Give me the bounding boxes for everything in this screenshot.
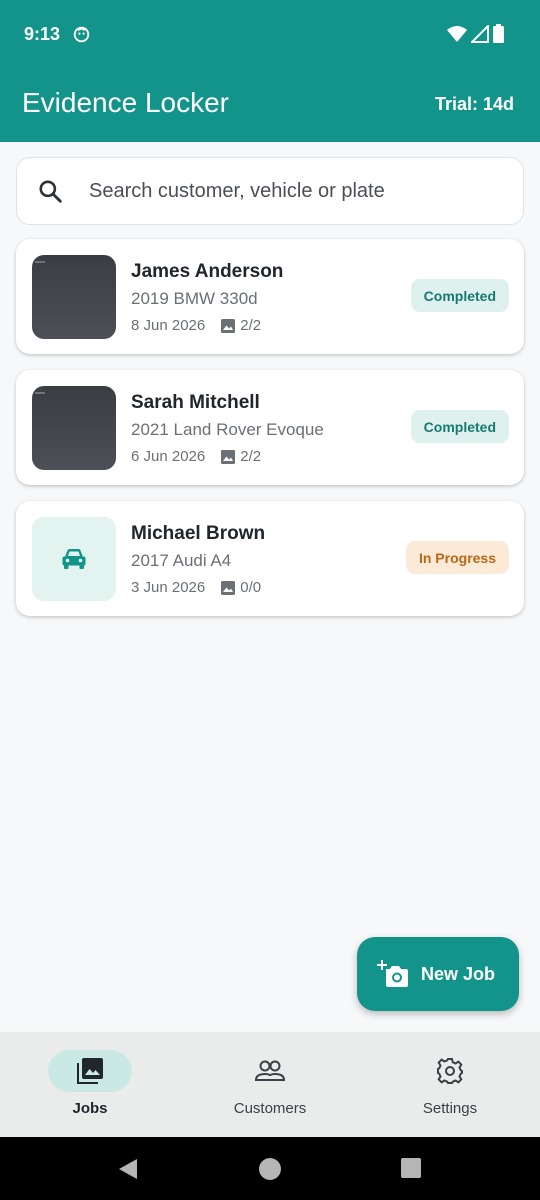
search-icon	[39, 180, 62, 203]
signal-icon	[471, 24, 489, 43]
system-navigation-bar	[0, 1137, 540, 1200]
nav-label-settings: Settings	[422, 1100, 478, 1117]
app-notification-icon	[73, 26, 90, 43]
nav-item-customers[interactable]: Customers	[180, 1032, 360, 1137]
status-icons	[447, 24, 504, 43]
app-title: Evidence Locker	[22, 87, 230, 118]
nav-label-customers: Customers	[233, 1100, 307, 1117]
image-icon	[221, 318, 236, 333]
home-icon[interactable]	[259, 1158, 281, 1180]
new-job-button[interactable]: New Job	[357, 937, 519, 1011]
vehicle-label: 2021 Land Rover Evoque	[131, 420, 324, 439]
nav-icon-container	[408, 1050, 492, 1092]
status-badge: In Progress	[405, 541, 509, 574]
job-date: 3 Jun 2026	[131, 579, 206, 596]
search-bar[interactable]: Search customer, vehicle or plate	[16, 157, 524, 225]
job-thumbnail	[32, 386, 116, 470]
status-time: 9:13	[24, 24, 61, 44]
nav-icon-container	[228, 1050, 312, 1092]
customer-name: James Anderson	[131, 261, 284, 282]
people-icon	[254, 1060, 286, 1081]
photo-library-icon	[77, 1058, 103, 1084]
nav-item-settings[interactable]: Settings	[360, 1032, 540, 1137]
gear-icon	[437, 1058, 463, 1084]
trial-badge[interactable]: Trial: 14d	[435, 94, 514, 115]
job-date: 6 Jun 2026	[131, 448, 206, 465]
photo-count: 0/0	[240, 579, 262, 596]
vehicle-label: 2017 Audi A4	[131, 551, 232, 570]
photo-count: 2/2	[240, 317, 262, 334]
job-thumbnail	[32, 517, 116, 601]
status-badge: Completed	[410, 410, 509, 443]
job-card[interactable]: Michael Brown 2017 Audi A4 3 Jun 2026 0/…	[16, 501, 524, 616]
bottom-navigation: Jobs Customers Settings	[0, 1032, 540, 1137]
image-icon	[221, 580, 236, 595]
app-bar: Evidence Locker Trial: 14d	[0, 70, 540, 142]
job-card[interactable]: Sarah Mitchell 2021 Land Rover Evoque 6 …	[16, 370, 524, 485]
back-icon[interactable]	[117, 1158, 139, 1180]
job-card[interactable]: James Anderson 2019 BMW 330d 8 Jun 2026 …	[16, 239, 524, 354]
job-meta: 3 Jun 2026 0/0	[131, 579, 261, 596]
new-job-label: New Job	[421, 963, 496, 984]
customer-name: Sarah Mitchell	[131, 392, 260, 413]
nav-label-jobs: Jobs	[72, 1100, 108, 1117]
battery-icon	[493, 24, 504, 43]
nav-item-jobs[interactable]: Jobs	[0, 1032, 180, 1137]
image-icon	[221, 449, 236, 464]
customer-name: Michael Brown	[131, 523, 266, 544]
nav-active-indicator	[48, 1050, 132, 1092]
add-photo-icon	[377, 960, 408, 987]
search-input[interactable]: Search customer, vehicle or plate	[89, 180, 385, 203]
recents-icon[interactable]	[401, 1158, 421, 1178]
vehicle-label: 2019 BMW 330d	[131, 289, 258, 308]
wifi-icon	[447, 25, 467, 42]
status-bar: 9:13	[0, 0, 540, 70]
job-thumbnail	[32, 255, 116, 339]
status-badge: Completed	[410, 279, 509, 312]
job-meta: 8 Jun 2026 2/2	[131, 317, 261, 334]
photo-count: 2/2	[240, 448, 262, 465]
job-date: 8 Jun 2026	[131, 317, 206, 334]
job-meta: 6 Jun 2026 2/2	[131, 448, 261, 465]
car-icon	[62, 549, 86, 569]
